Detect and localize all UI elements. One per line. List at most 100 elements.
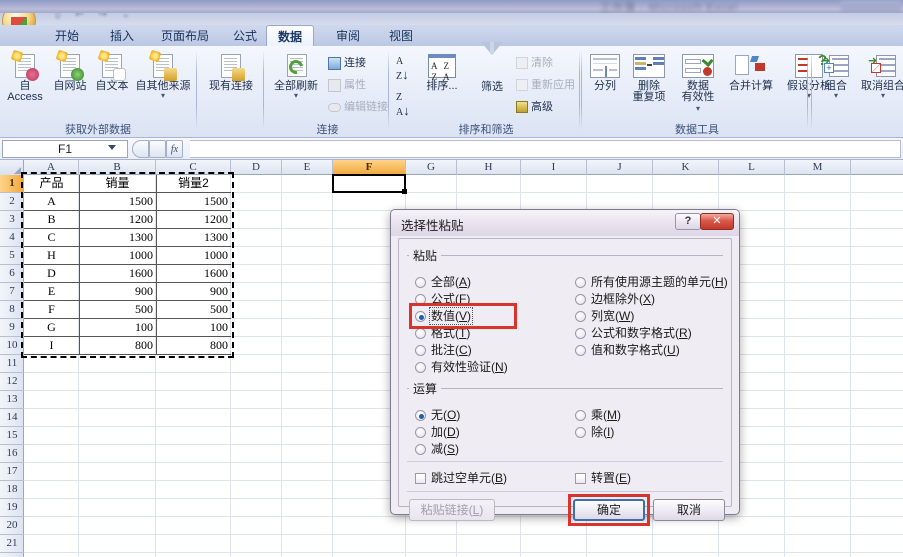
ribbon-tab-bar[interactable]: 开始 插入 页面布局 公式 数据 审阅 视图 — [0, 25, 903, 48]
column-header-h[interactable]: H — [457, 160, 521, 175]
button-filter[interactable]: 筛选 — [472, 42, 512, 93]
radio-paste-comments[interactable]: 批注(C) — [415, 343, 472, 357]
button-existing-connection[interactable]: 现有连接 — [202, 54, 260, 92]
cell-B10[interactable]: 800 — [79, 337, 156, 355]
cell-B1[interactable]: 销量 — [79, 175, 156, 193]
column-headers[interactable]: ABCDEFGHIJKLM — [0, 160, 903, 175]
row-header-16[interactable]: 16 — [0, 445, 24, 463]
tab-page-layout[interactable]: 页面布局 — [150, 26, 220, 47]
cell-C10[interactable]: 800 — [156, 337, 231, 355]
radio-paste-formulas-numfmt[interactable]: 公式和数字格式(R) — [575, 326, 692, 340]
active-cell-F1[interactable] — [332, 174, 407, 194]
ok-button[interactable]: 确定 — [573, 499, 645, 521]
button-sort[interactable]: AZ ZA 排序... — [420, 54, 464, 92]
column-header-f[interactable]: F — [333, 160, 406, 175]
quick-access-toolbar[interactable]: ▯ ↩ ↪ ⌄ — [0, 13, 903, 25]
cell-B8[interactable]: 500 — [79, 301, 156, 319]
column-header-i[interactable]: I — [521, 160, 587, 175]
row-header-21[interactable]: 21 — [0, 535, 24, 553]
cell-C9[interactable]: 100 — [156, 319, 231, 337]
checkbox-skip-blanks[interactable]: 跳过空单元(B) — [415, 471, 507, 485]
cell-B6[interactable]: 1600 — [79, 265, 156, 283]
button-remove-duplicates[interactable]: 删除 重复项 — [627, 54, 671, 103]
tab-formulas[interactable]: 公式 — [222, 26, 268, 47]
chevron-down-icon[interactable]: ▾ — [132, 92, 194, 100]
cell-C8[interactable]: 500 — [156, 301, 231, 319]
radio-paste-formulas[interactable]: 公式(F) — [415, 292, 470, 306]
cell-C7[interactable]: 900 — [156, 283, 231, 301]
qat-icons[interactable]: ▯ ↩ ↪ ⌄ — [55, 13, 136, 20]
radio-operation-subtract[interactable]: 减(S) — [415, 442, 459, 456]
cell-A8[interactable]: F — [24, 301, 79, 319]
cell-A10[interactable]: I — [24, 337, 79, 355]
help-icon[interactable]: ? — [675, 213, 701, 230]
button-from-access[interactable]: 自 Access — [2, 49, 48, 103]
button-from-text[interactable]: 自文本 — [92, 49, 132, 92]
chevron-down-icon[interactable]: ▾ — [268, 92, 324, 100]
cell-B3[interactable]: 1200 — [79, 211, 156, 229]
row-header-20[interactable]: 20 — [0, 517, 24, 535]
row-header-9[interactable]: 9 — [0, 319, 24, 337]
paste-special-dialog[interactable]: 选择性粘贴 ? ✕ 粘贴 全部(A) 公式(F) 数值(V) 格式(T) 批注(… — [390, 209, 740, 526]
row-header-4[interactable]: 4 — [0, 229, 24, 247]
name-box-dropdown-icon[interactable] — [108, 145, 116, 150]
button-from-other-sources[interactable]: 自其他来源 ▾ — [132, 49, 194, 100]
row-header-7[interactable]: 7 — [0, 283, 24, 301]
radio-operation-divide[interactable]: 除(I) — [575, 425, 614, 439]
radio-paste-source-theme[interactable]: 所有使用源主题的单元(H) — [575, 275, 728, 289]
checkbox-transpose[interactable]: 转置(E) — [575, 471, 631, 485]
radio-operation-none[interactable]: 无(O) — [415, 408, 460, 422]
button-from-web[interactable]: 自网站 — [50, 49, 90, 92]
cell-C2[interactable]: 1500 — [156, 193, 231, 211]
row-header-18[interactable]: 18 — [0, 481, 24, 499]
row-header-14[interactable]: 14 — [0, 409, 24, 427]
radio-paste-all-except-borders[interactable]: 边框除外(X) — [575, 292, 655, 306]
cell-A2[interactable]: A — [24, 193, 79, 211]
cancel-button[interactable]: 取消 — [653, 499, 725, 521]
cell-A1[interactable]: 产品 — [24, 175, 79, 193]
row-header-10[interactable]: 10 — [0, 337, 24, 355]
cell-A7[interactable]: E — [24, 283, 79, 301]
column-header-c[interactable]: C — [156, 160, 231, 175]
row-header-1[interactable]: 1 — [0, 175, 24, 193]
column-header-j[interactable]: J — [587, 160, 653, 175]
row-header-13[interactable]: 13 — [0, 391, 24, 409]
cell-A4[interactable]: C — [24, 229, 79, 247]
tab-home[interactable]: 开始 — [44, 26, 90, 47]
sort-ascending-button[interactable]: A Z↓ — [396, 56, 409, 83]
cell-B9[interactable]: 100 — [79, 319, 156, 337]
cancel-formula-icon[interactable] — [132, 140, 149, 158]
row-header-11[interactable]: 11 — [0, 355, 24, 373]
sort-descending-button[interactable]: Z A↓ — [396, 92, 410, 119]
cell-B4[interactable]: 1300 — [79, 229, 156, 247]
column-header-e[interactable]: E — [282, 160, 333, 175]
tab-view[interactable]: 视图 — [378, 26, 424, 47]
row-headers[interactable]: 12345678910111213141516171819202122 — [0, 175, 24, 557]
cell-A9[interactable]: G — [24, 319, 79, 337]
radio-paste-formats[interactable]: 格式(T) — [415, 326, 470, 340]
radio-operation-add[interactable]: 加(D) — [415, 425, 460, 439]
button-text-to-columns[interactable]: 分列 — [587, 54, 623, 92]
button-refresh-all[interactable]: 全部刷新 ▾ — [268, 54, 324, 100]
select-all-corner[interactable] — [0, 160, 24, 175]
radio-paste-values-numfmt[interactable]: 值和数字格式(U) — [575, 343, 680, 357]
column-header-l[interactable]: L — [719, 160, 785, 175]
chevron-down-icon[interactable]: ▾ — [817, 92, 855, 100]
cell-C4[interactable]: 1300 — [156, 229, 231, 247]
column-header-k[interactable]: K — [653, 160, 719, 175]
row-header-22[interactable]: 22 — [0, 553, 24, 557]
button-data-validation[interactable]: 数据 有效性 ▾ — [675, 54, 721, 114]
column-header-a[interactable]: A — [24, 160, 79, 175]
cell-B7[interactable]: 900 — [79, 283, 156, 301]
accept-formula-icon[interactable] — [149, 140, 166, 158]
button-connections[interactable]: 连接 — [328, 56, 366, 70]
tab-insert[interactable]: 插入 — [99, 26, 145, 47]
row-header-3[interactable]: 3 — [0, 211, 24, 229]
cell-A5[interactable]: H — [24, 247, 79, 265]
insert-function-icon[interactable]: fx — [166, 140, 183, 158]
cell-A6[interactable]: D — [24, 265, 79, 283]
column-header-g[interactable]: G — [406, 160, 457, 175]
chevron-down-icon[interactable]: ▾ — [696, 104, 700, 113]
formula-input[interactable] — [190, 140, 901, 158]
row-header-15[interactable]: 15 — [0, 427, 24, 445]
